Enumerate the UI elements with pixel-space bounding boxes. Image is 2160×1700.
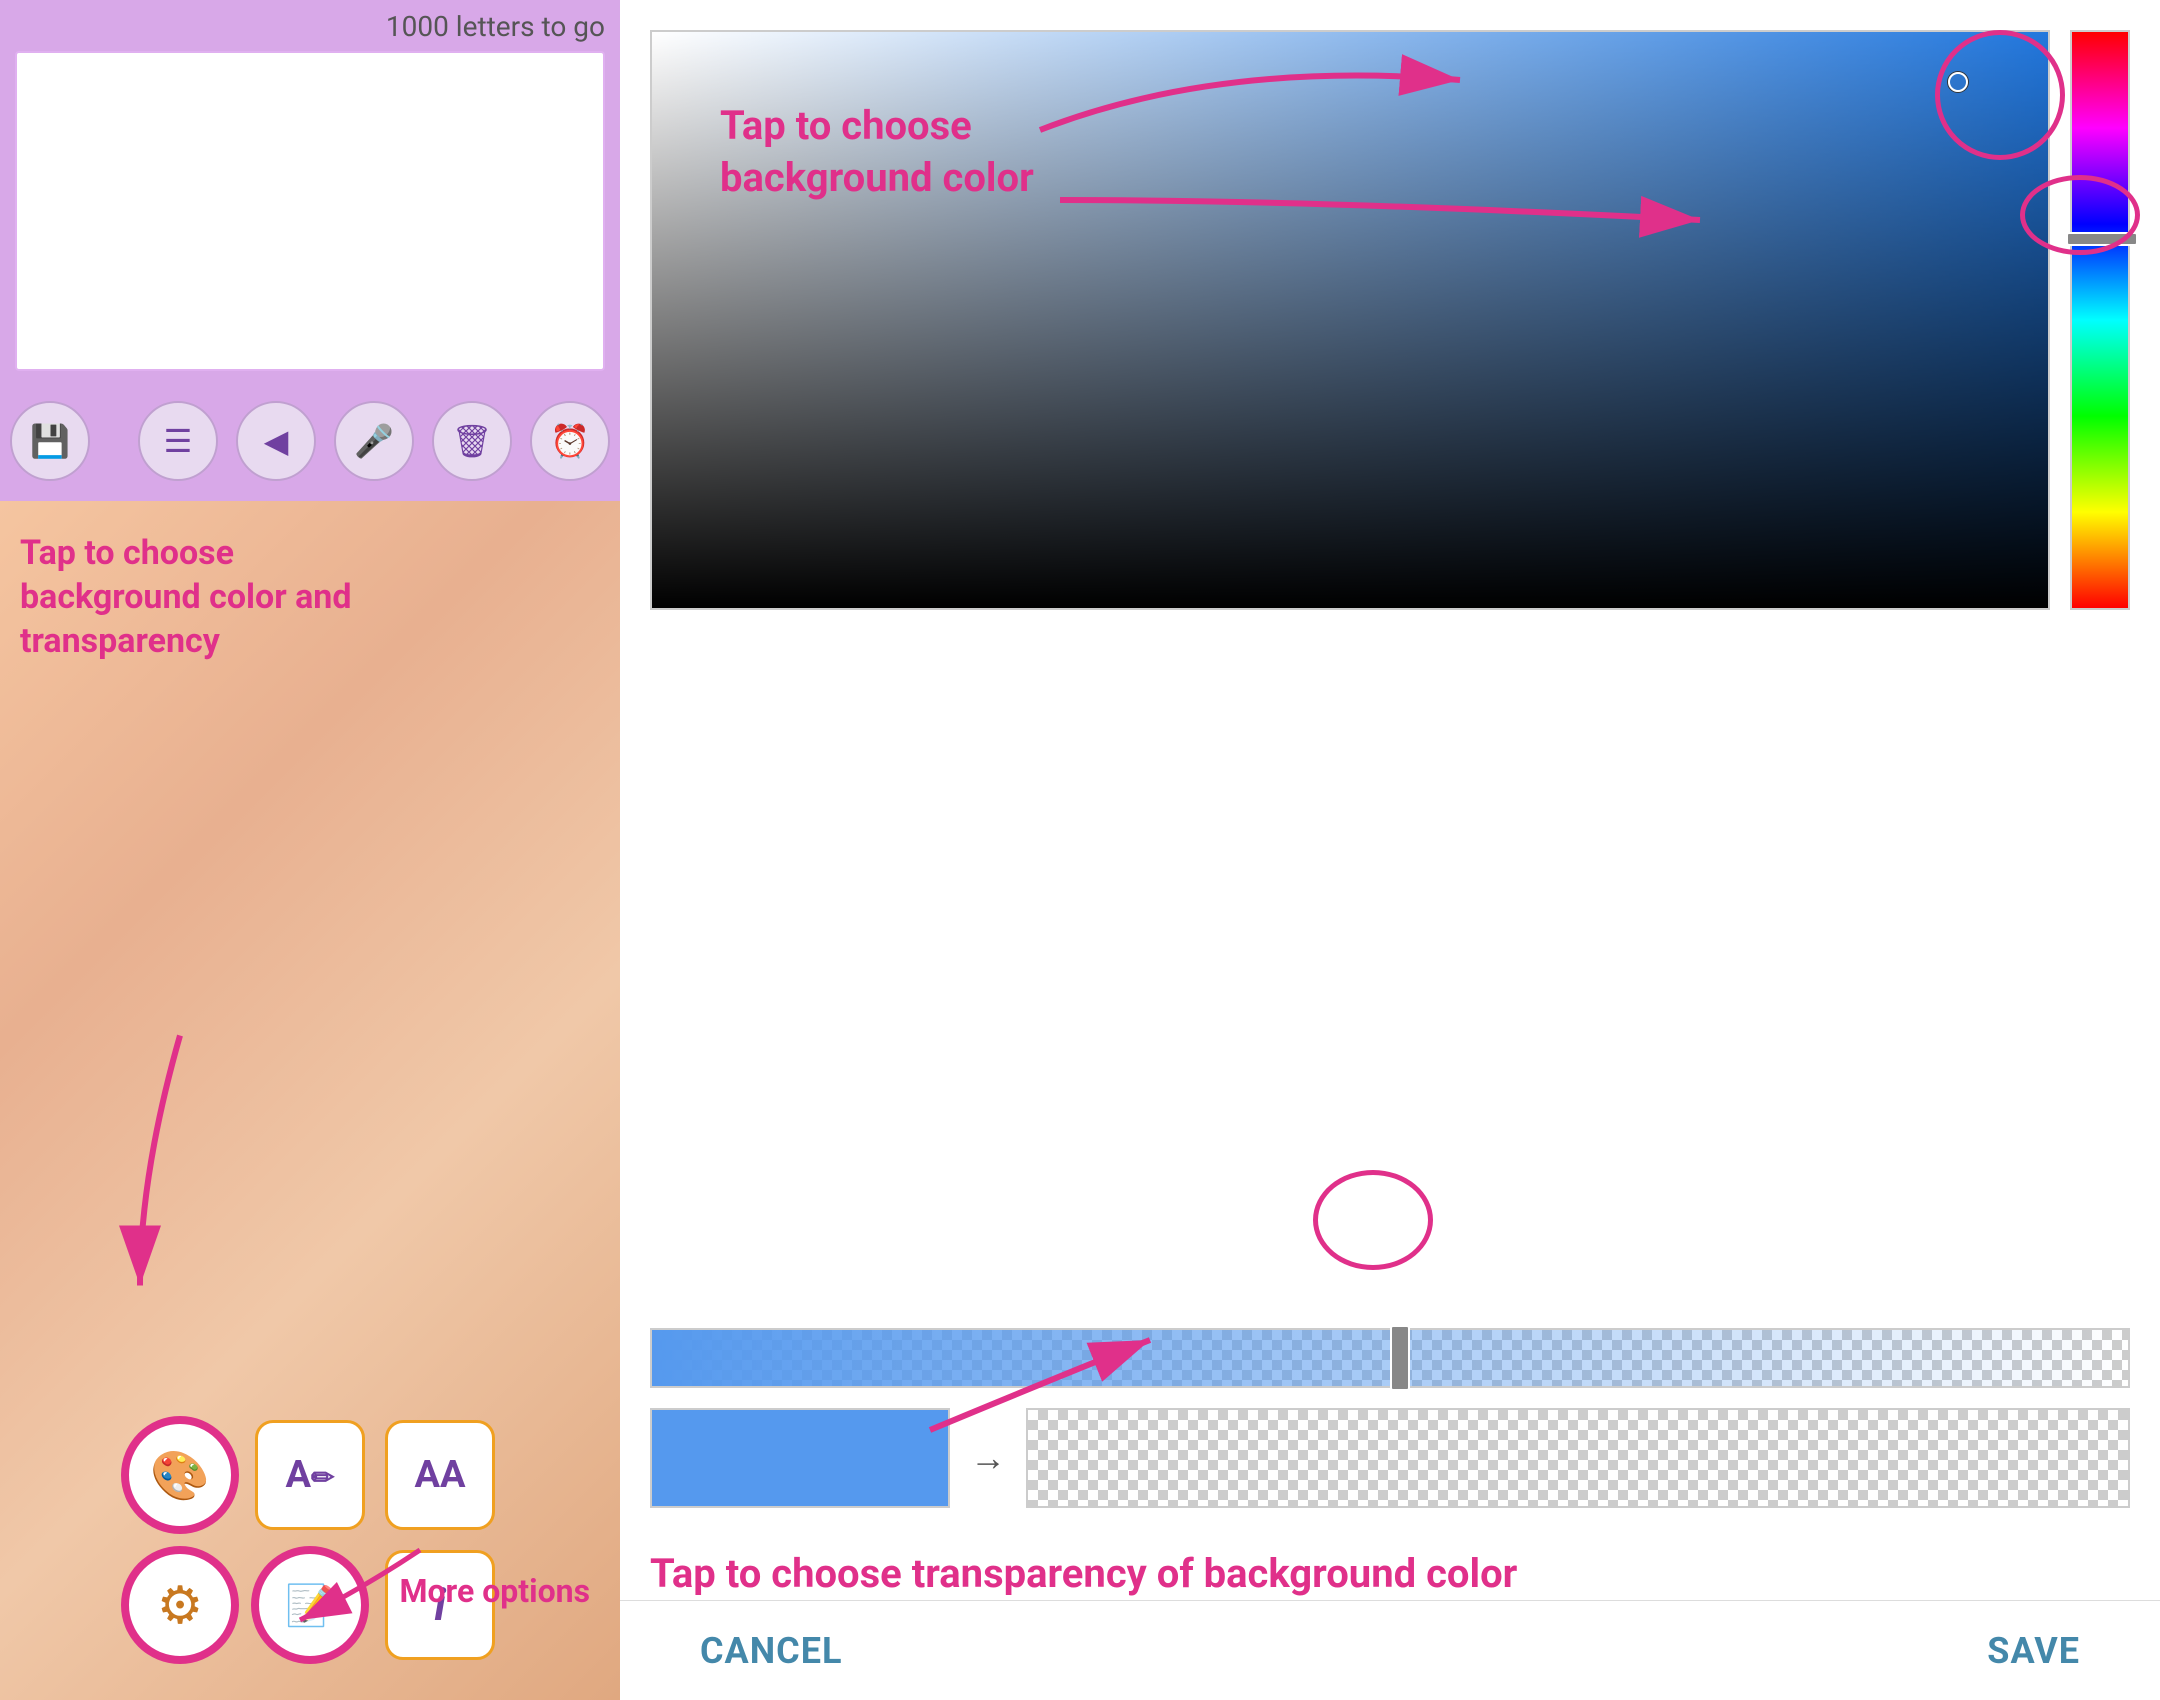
- alpha-slider-section: [620, 1313, 2160, 1398]
- annotation-transparency: Tap to choose transparency of background…: [620, 1528, 2160, 1600]
- alarm-button[interactable]: ⏰: [530, 401, 610, 481]
- bottom-section: Tap to choose background color and trans…: [0, 501, 620, 1700]
- save-button[interactable]: SAVE: [1987, 1630, 2080, 1672]
- annotation-bg-color-right: Tap to choose background color: [720, 100, 1060, 204]
- annotation-bg-color: Tap to choose background color and trans…: [20, 531, 400, 664]
- hue-slider[interactable]: [2066, 232, 2138, 246]
- letter-count: 1000 letters to go: [15, 10, 605, 43]
- font-size-icon: AA: [414, 1453, 465, 1497]
- palette-icon: 🎨: [150, 1447, 210, 1504]
- color-selector-dot[interactable]: [1948, 72, 1968, 92]
- color-swatch-transparent: [1026, 1408, 2130, 1508]
- text-style-button[interactable]: A✏: [255, 1420, 365, 1530]
- more-options-label: More options: [399, 1572, 590, 1610]
- cancel-button[interactable]: CANCEL: [700, 1630, 842, 1672]
- action-bar: CANCEL SAVE: [620, 1600, 2160, 1700]
- gear-button[interactable]: ⚙: [125, 1550, 235, 1660]
- text-style-icon: A✏: [286, 1453, 335, 1497]
- text-input-area[interactable]: [15, 51, 605, 371]
- toolbar: 💾 ☰ ◀ 🎤 🗑 ⏰: [0, 386, 620, 501]
- text-area-section: 1000 letters to go: [0, 0, 620, 386]
- color-preview-section: →: [620, 1398, 2160, 1528]
- right-panel: Tap to choose background color: [620, 0, 2160, 1700]
- alpha-slider-handle[interactable]: [1390, 1325, 1410, 1391]
- hue-bar[interactable]: [2070, 30, 2130, 610]
- align-button[interactable]: ☰: [138, 401, 218, 481]
- arrow-symbol: →: [970, 1437, 1006, 1479]
- alpha-slider-bar[interactable]: [650, 1328, 2130, 1388]
- share-button[interactable]: ◀: [236, 401, 316, 481]
- palette-button[interactable]: 🎨: [125, 1420, 235, 1530]
- save-button[interactable]: 💾: [10, 401, 90, 481]
- memo-button[interactable]: 📝: [255, 1550, 365, 1660]
- delete-button[interactable]: 🗑: [432, 401, 512, 481]
- left-panel: 1000 letters to go 💾 ☰ ◀ 🎤 🗑 ⏰ Tap to ch…: [0, 0, 620, 1700]
- memo-icon: 📝: [285, 1582, 335, 1629]
- icon-rows: 🎨 A✏ AA ⚙ 📝 i: [0, 1420, 620, 1660]
- icon-row-1: 🎨 A✏ AA: [125, 1420, 495, 1530]
- font-size-button[interactable]: AA: [385, 1420, 495, 1530]
- color-swatch-solid: [650, 1408, 950, 1508]
- color-picker-area: Tap to choose background color: [620, 0, 2160, 1313]
- gear-icon: ⚙: [157, 1575, 204, 1636]
- mic-button[interactable]: 🎤: [334, 401, 414, 481]
